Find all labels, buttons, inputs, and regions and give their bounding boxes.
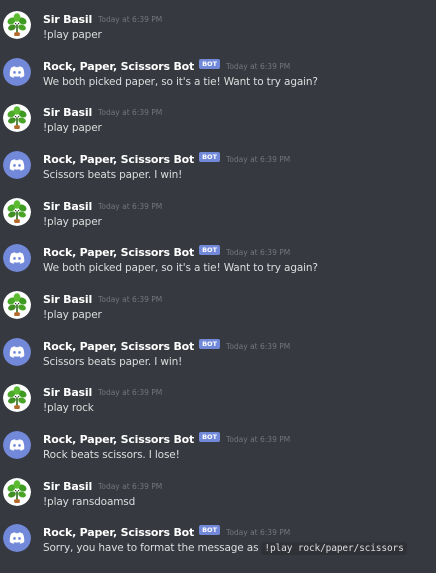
message-content: Rock beats scissors. I lose! [43, 449, 180, 461]
username[interactable]: Sir Basil [43, 480, 92, 493]
message-content: We both picked paper, so it's a tie! Wan… [43, 262, 318, 274]
username[interactable]: Rock, Paper, Scissors Bot [43, 340, 194, 353]
message: Rock, Paper, Scissors Bot BOT Today at 6… [0, 244, 436, 290]
message-header: Rock, Paper, Scissors Bot BOT Today at 6… [43, 244, 290, 260]
username[interactable]: Rock, Paper, Scissors Bot [43, 526, 194, 539]
message-content: Scissors beats paper. I win! [43, 169, 183, 181]
message-content: Sorry, you have to format the message as… [43, 542, 407, 555]
message-header: Sir Basil Today at 6:39 PM [43, 11, 162, 27]
basil-plant-avatar[interactable] [3, 198, 31, 226]
basil-plant-avatar[interactable] [3, 291, 31, 319]
message: Rock, Paper, Scissors Bot BOT Today at 6… [0, 151, 436, 197]
username[interactable]: Rock, Paper, Scissors Bot [43, 153, 194, 166]
bot-tag: BOT [199, 339, 221, 349]
message: Rock, Paper, Scissors Bot BOT Today at 6… [0, 431, 436, 477]
timestamp: Today at 6:39 PM [98, 294, 163, 304]
basil-plant-avatar[interactable] [3, 104, 31, 132]
message: Sir Basil Today at 6:39 PM !play rock [0, 384, 436, 430]
message-content: !play paper [43, 309, 102, 321]
username[interactable]: Rock, Paper, Scissors Bot [43, 60, 194, 73]
message: Sir Basil Today at 6:39 PM !play ransdoa… [0, 478, 436, 524]
username[interactable]: Rock, Paper, Scissors Bot [43, 246, 194, 259]
chat-message-list: Sir Basil Today at 6:39 PM !play paper R… [0, 0, 436, 573]
message-content: Scissors beats paper. I win! [43, 356, 183, 368]
discord-logo-avatar[interactable] [3, 151, 31, 179]
bot-tag: BOT [199, 59, 221, 69]
timestamp: Today at 6:39 PM [98, 481, 163, 491]
message-header: Sir Basil Today at 6:39 PM [43, 104, 162, 120]
bot-tag: BOT [199, 245, 221, 255]
message: Sir Basil Today at 6:39 PM !play paper [0, 198, 436, 244]
message-header: Rock, Paper, Scissors Bot BOT Today at 6… [43, 431, 290, 447]
username[interactable]: Sir Basil [43, 200, 92, 213]
bot-tag: BOT [199, 525, 221, 535]
timestamp: Today at 6:39 PM [226, 247, 291, 257]
message-header: Rock, Paper, Scissors Bot BOT Today at 6… [43, 524, 290, 540]
discord-logo-avatar[interactable] [3, 338, 31, 366]
message-text: Sorry, you have to format the message as [43, 542, 259, 554]
message-header: Sir Basil Today at 6:39 PM [43, 478, 162, 494]
timestamp: Today at 6:39 PM [226, 341, 291, 351]
bot-tag: BOT [199, 152, 221, 162]
message-header: Sir Basil Today at 6:39 PM [43, 198, 162, 214]
message: Rock, Paper, Scissors Bot BOT Today at 6… [0, 524, 436, 570]
message-content: !play paper [43, 216, 102, 228]
message-content: !play ransdoamsd [43, 496, 136, 508]
message-header: Sir Basil Today at 6:39 PM [43, 291, 162, 307]
message-header: Sir Basil Today at 6:39 PM [43, 384, 162, 400]
message-header: Rock, Paper, Scissors Bot BOT Today at 6… [43, 151, 290, 167]
message: Sir Basil Today at 6:39 PM !play paper [0, 11, 436, 57]
message: Sir Basil Today at 6:39 PM !play paper [0, 104, 436, 150]
inline-code: !play rock/paper/scissors [261, 542, 407, 555]
timestamp: Today at 6:39 PM [226, 154, 291, 164]
username[interactable]: Sir Basil [43, 293, 92, 306]
message-content: !play rock [43, 402, 94, 414]
username[interactable]: Sir Basil [43, 386, 92, 399]
timestamp: Today at 6:39 PM [226, 434, 291, 444]
basil-plant-avatar[interactable] [3, 478, 31, 506]
message-content: !play paper [43, 122, 102, 134]
message: Rock, Paper, Scissors Bot BOT Today at 6… [0, 338, 436, 384]
username[interactable]: Rock, Paper, Scissors Bot [43, 433, 194, 446]
username[interactable]: Sir Basil [43, 106, 92, 119]
basil-plant-avatar[interactable] [3, 384, 31, 412]
message-content: We both picked paper, so it's a tie! Wan… [43, 76, 318, 88]
basil-plant-avatar[interactable] [3, 11, 31, 39]
timestamp: Today at 6:39 PM [98, 107, 163, 117]
timestamp: Today at 6:39 PM [98, 14, 163, 24]
bot-tag: BOT [199, 432, 221, 442]
timestamp: Today at 6:39 PM [98, 387, 163, 397]
discord-logo-avatar[interactable] [3, 431, 31, 459]
timestamp: Today at 6:39 PM [98, 201, 163, 211]
message-header: Rock, Paper, Scissors Bot BOT Today at 6… [43, 58, 290, 74]
discord-logo-avatar[interactable] [3, 58, 31, 86]
timestamp: Today at 6:39 PM [226, 527, 291, 537]
discord-logo-avatar[interactable] [3, 244, 31, 272]
message: Rock, Paper, Scissors Bot BOT Today at 6… [0, 58, 436, 104]
username[interactable]: Sir Basil [43, 13, 92, 26]
message: Sir Basil Today at 6:39 PM !play paper [0, 291, 436, 337]
message-header: Rock, Paper, Scissors Bot BOT Today at 6… [43, 338, 290, 354]
timestamp: Today at 6:39 PM [226, 61, 291, 71]
message-content: !play paper [43, 29, 102, 41]
discord-logo-avatar[interactable] [3, 524, 31, 552]
